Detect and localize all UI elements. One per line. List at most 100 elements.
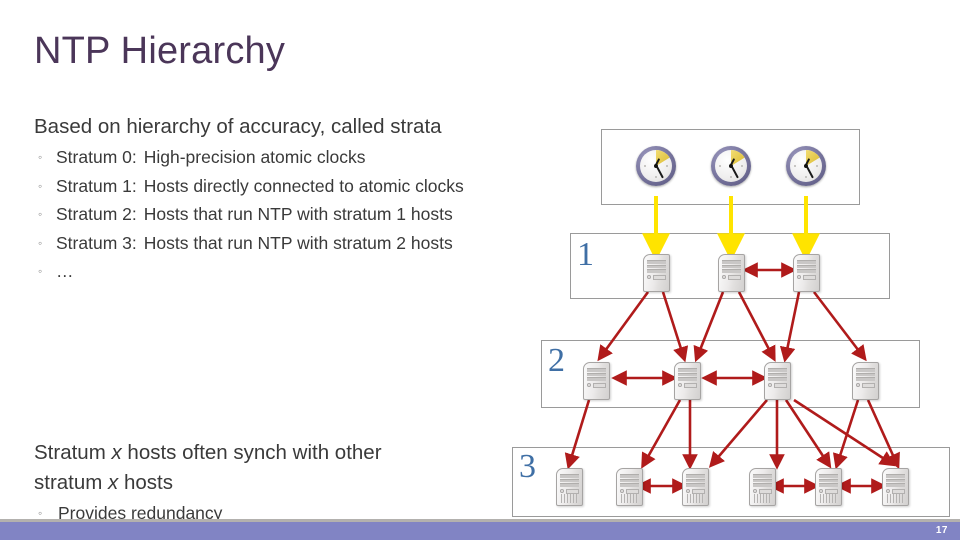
page-title: NTP Hierarchy: [34, 30, 286, 72]
list-item: ◦ Stratum 0: High-precision atomic clocks: [34, 143, 559, 172]
bullet-text: …: [56, 261, 74, 281]
stratum-3-box: [512, 447, 950, 517]
clock-tick: [730, 176, 732, 178]
server-bay: [686, 478, 705, 482]
server-bay: [886, 478, 905, 482]
bullet-text: Hosts directly connected to atomic clock…: [143, 175, 464, 196]
server-bay: [678, 372, 697, 376]
server-bay: [647, 264, 666, 268]
clock-rim: [636, 146, 676, 186]
server-bay: [819, 483, 838, 487]
server-panel: [862, 383, 875, 388]
list-item: ◦ Stratum 3: Hosts that run NTP with stra…: [34, 229, 559, 258]
server-case: [616, 468, 643, 506]
server-panel: [593, 383, 606, 388]
clock-downlink-arrows: [642, 196, 820, 262]
stratum-2-host: [852, 362, 879, 400]
server-bay: [768, 372, 787, 376]
server-panel: [566, 489, 579, 494]
server-case: [556, 468, 583, 506]
server-case: [749, 468, 776, 506]
server-bay: [686, 474, 705, 478]
closing-text-block: Stratum x hosts often synch with other st…: [34, 438, 504, 527]
atomic-clock-icon: [786, 146, 826, 186]
server-power-button: [587, 383, 591, 387]
bullet-label: Stratum 3:: [56, 232, 137, 253]
atomic-clock-icon: [636, 146, 676, 186]
server-case: [793, 254, 820, 292]
closing-italic-x: x: [111, 441, 122, 464]
server-power-button: [856, 383, 860, 387]
server-bay: [753, 483, 772, 487]
clock-minute-hand: [731, 166, 739, 179]
stratum-1-box: [570, 233, 890, 299]
server-bay: [678, 368, 697, 372]
clock-wedge: [656, 150, 672, 166]
server-bay: [686, 483, 705, 487]
server-case: [764, 362, 791, 400]
server-bay: [647, 260, 666, 264]
server-bay: [886, 483, 905, 487]
clock-tick: [741, 165, 743, 167]
server-bay: [587, 368, 606, 372]
stratum-3-host: [556, 468, 583, 506]
server-power-button: [797, 275, 801, 279]
server-case: [815, 468, 842, 506]
closing-pre-b: stratum: [34, 471, 109, 494]
clock-wedge: [806, 150, 822, 166]
server-bay: [768, 368, 787, 372]
server-power-button: [647, 275, 651, 279]
server-bay: [768, 377, 787, 381]
bullet-text: Hosts that run NTP with stratum 1 hosts: [143, 204, 453, 224]
server-bay: [856, 368, 875, 372]
bullet-label: Stratum 1:: [56, 175, 137, 196]
page-number: 17: [935, 525, 948, 536]
server-case: [852, 362, 879, 400]
server-bay: [722, 269, 741, 273]
server-vents: [820, 494, 837, 503]
stratum1-to-stratum2-arrows: [597, 291, 867, 363]
server-bay: [797, 264, 816, 268]
server-bay: [886, 474, 905, 478]
server-bay: [587, 377, 606, 381]
stratum-3-host: [815, 468, 842, 506]
clock-face: [640, 150, 672, 182]
bullet-marker: ◦: [38, 264, 43, 278]
server-bay: [753, 478, 772, 482]
closing-statement: Stratum x hosts often synch with other st…: [34, 438, 504, 498]
closing-pre: Stratum: [34, 441, 112, 464]
server-bay: [856, 372, 875, 376]
server-panel: [892, 489, 905, 494]
clock-face: [715, 150, 747, 182]
server-bay: [722, 264, 741, 268]
server-vents: [887, 494, 904, 503]
server-bay: [819, 474, 838, 478]
slide: NTP Hierarchy Based on hierarchy of accu…: [0, 0, 960, 540]
clock-rim: [711, 146, 751, 186]
server-case: [682, 468, 709, 506]
server-bay: [620, 474, 639, 478]
list-item: ◦ Stratum 1: Hosts directly connected to …: [34, 172, 559, 201]
server-vents: [687, 494, 704, 503]
server-power-button: [753, 489, 757, 493]
server-power-button: [678, 383, 682, 387]
server-bay: [560, 478, 579, 482]
strata-bullet-list: ◦ Stratum 0: High-precision atomic clocks…: [34, 143, 559, 286]
clock-tick: [719, 165, 721, 167]
server-bay: [620, 478, 639, 482]
bullet-text: High-precision atomic clocks: [143, 147, 366, 167]
clock-wedge: [731, 150, 747, 166]
server-power-button: [886, 489, 890, 493]
bullet-marker: ◦: [38, 150, 43, 164]
server-power-button: [768, 383, 772, 387]
bullet-label: Stratum 2:: [56, 204, 137, 224]
server-case: [674, 362, 701, 400]
stratum-1-host: [643, 254, 670, 292]
clock-center-pin: [804, 164, 808, 168]
body-text-column: Based on hierarchy of accuracy, called s…: [34, 112, 559, 286]
server-panel: [692, 489, 705, 494]
stratum-2-host: [583, 362, 610, 400]
stratum-1-host: [718, 254, 745, 292]
clock-minute-hand: [806, 166, 814, 179]
stratum-3-host: [616, 468, 643, 506]
